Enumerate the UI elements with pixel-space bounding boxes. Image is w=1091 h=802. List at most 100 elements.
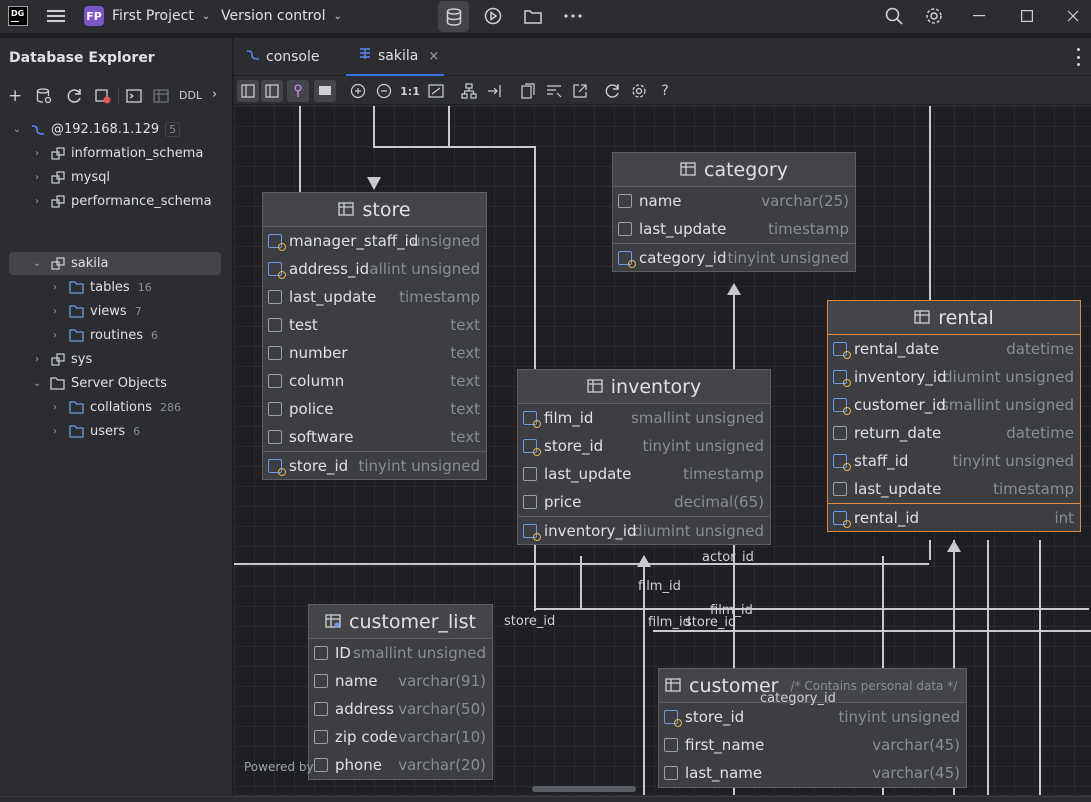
chevron-right-icon[interactable]: › <box>49 282 61 294</box>
refresh-icon[interactable] <box>67 88 83 108</box>
table-customer-list[interactable]: customer_list ID smallint unsigned name va… <box>308 604 493 780</box>
project-widget[interactable]: FP First Project ⌄ <box>84 5 210 27</box>
tree-item-tables[interactable]: › tables 16 <box>9 276 221 299</box>
chevron-right-icon[interactable]: › <box>49 426 61 438</box>
chevron-right-icon[interactable]: › <box>49 330 61 342</box>
settings-icon[interactable] <box>628 80 650 102</box>
tree-item-performance-schema[interactable]: › performance_schema <box>9 190 221 213</box>
close-icon[interactable]: × <box>428 49 439 64</box>
more-icon[interactable] <box>561 4 585 28</box>
tree-item-connection[interactable]: ⌄ @192.168.1.129 5 <box>9 118 221 141</box>
sidebar-toolbar: + DDL › <box>0 84 233 108</box>
foreign-key-icon <box>523 411 541 428</box>
tree-item-server-objects[interactable]: ⌄ Server Objects <box>9 372 221 395</box>
table-inventory[interactable]: inventory film_id smallint unsigned store… <box>517 369 771 545</box>
chevron-right-icon[interactable]: › <box>49 306 61 318</box>
layout-toggle-icon[interactable] <box>261 80 283 102</box>
chevron-right-icon[interactable]: › <box>31 196 43 208</box>
column-name: last_update <box>544 465 632 483</box>
horizontal-scrollbar[interactable] <box>532 786 636 792</box>
schema-icon <box>51 353 65 371</box>
format-icon[interactable] <box>543 80 565 102</box>
refresh-icon[interactable] <box>602 80 624 102</box>
column-type: text <box>450 372 480 390</box>
minimize-icon[interactable] <box>967 4 991 28</box>
connector <box>929 540 931 560</box>
column-type: varchar(45) <box>872 764 960 782</box>
chevron-right-icon[interactable]: › <box>49 402 61 414</box>
schema-icon <box>51 171 65 189</box>
column-type: diumint unsigned <box>633 521 764 540</box>
chevron-right-icon[interactable]: › <box>31 354 43 366</box>
column-icon <box>664 738 678 752</box>
column-row: rental_date datetime <box>828 335 1080 363</box>
table-rental[interactable]: rental rental_date datetime inventory_id d… <box>827 300 1081 532</box>
chevron-right-icon[interactable]: › <box>212 87 217 102</box>
sidebar-separator <box>118 88 119 104</box>
column-icon <box>268 402 282 416</box>
data-source-properties-icon[interactable] <box>36 88 52 108</box>
tree-item-views[interactable]: › views 7 <box>9 300 221 323</box>
column-name: store_id <box>289 456 349 475</box>
tree-item-label: sys <box>71 352 93 367</box>
export-icon[interactable] <box>569 80 591 102</box>
console-icon <box>246 48 260 66</box>
database-icon[interactable] <box>438 1 469 32</box>
table-icon[interactable] <box>153 88 169 108</box>
vcs-widget[interactable]: Version control ⌄ <box>221 5 342 27</box>
more-vertical-icon[interactable] <box>1071 48 1085 66</box>
tree-item-sakila[interactable]: ⌄ sakila <box>9 252 221 275</box>
tree-item-users[interactable]: › users 6 <box>9 420 221 443</box>
connector <box>643 561 645 795</box>
close-icon[interactable] <box>1061 4 1085 28</box>
table-store[interactable]: store manager_staff_id unsigned address_i… <box>262 192 487 480</box>
fit-content-icon[interactable] <box>425 80 447 102</box>
tree-item-label: Server Objects <box>71 376 167 391</box>
arrow-head <box>367 177 381 190</box>
table-customer[interactable]: customer/* Contains personal data */ sto… <box>658 668 967 788</box>
disconnect-icon[interactable] <box>95 88 111 108</box>
services-icon[interactable] <box>481 4 505 28</box>
comments-toggle-icon[interactable] <box>314 80 336 102</box>
folder-icon[interactable] <box>521 4 545 28</box>
tree-item-label: performance_schema <box>71 194 212 209</box>
column-type: allint unsigned <box>369 260 480 278</box>
columns-toggle-icon[interactable] <box>237 80 259 102</box>
zoom-out-icon[interactable] <box>373 80 395 102</box>
gear-icon[interactable] <box>922 4 946 28</box>
help-button[interactable]: ? <box>654 80 676 102</box>
table-category[interactable]: category name varchar(25) last_update time… <box>612 152 856 272</box>
chevron-down-icon[interactable]: ⌄ <box>31 258 43 270</box>
chevron-right-icon[interactable]: › <box>31 148 43 160</box>
column-name: first_name <box>685 736 765 754</box>
column-name: column <box>289 372 345 390</box>
tab-console[interactable]: console <box>234 38 345 76</box>
app-logo-icon: DG <box>8 6 28 26</box>
chevron-down-icon[interactable]: ⌄ <box>31 378 43 390</box>
search-icon[interactable] <box>882 4 906 28</box>
tree-item-mysql[interactable]: › mysql <box>9 166 221 189</box>
connector <box>534 608 1089 610</box>
chevron-right-icon[interactable]: › <box>31 172 43 184</box>
add-icon[interactable]: + <box>8 86 22 106</box>
diagram-canvas[interactable]: store manager_staff_id unsigned address_i… <box>234 106 1091 795</box>
chevron-down-icon[interactable]: ⌄ <box>11 124 23 136</box>
console-icon[interactable] <box>126 88 142 108</box>
column-type: tinyint unsigned <box>838 708 960 726</box>
tree-item-collations[interactable]: › collations 286 <box>9 396 221 419</box>
copy-icon[interactable] <box>517 80 539 102</box>
tree-item-routines[interactable]: › routines 6 <box>9 324 221 347</box>
maximize-icon[interactable] <box>1015 4 1039 28</box>
tab-sakila[interactable]: sakila × <box>346 38 444 76</box>
main-menu-icon[interactable] <box>44 4 68 28</box>
layout-icon[interactable] <box>458 80 480 102</box>
tree-item-information-schema[interactable]: › information_schema <box>9 142 221 165</box>
actual-size-button[interactable]: 1:1 <box>399 80 421 102</box>
tree-item-sys[interactable]: › sys <box>9 348 221 371</box>
route-edges-icon[interactable] <box>484 80 506 102</box>
key-toggle-icon[interactable] <box>287 80 309 102</box>
arrow-head <box>947 540 961 552</box>
ddl-button[interactable]: DDL <box>179 89 202 102</box>
folder-icon <box>69 305 84 322</box>
zoom-in-icon[interactable] <box>347 80 369 102</box>
